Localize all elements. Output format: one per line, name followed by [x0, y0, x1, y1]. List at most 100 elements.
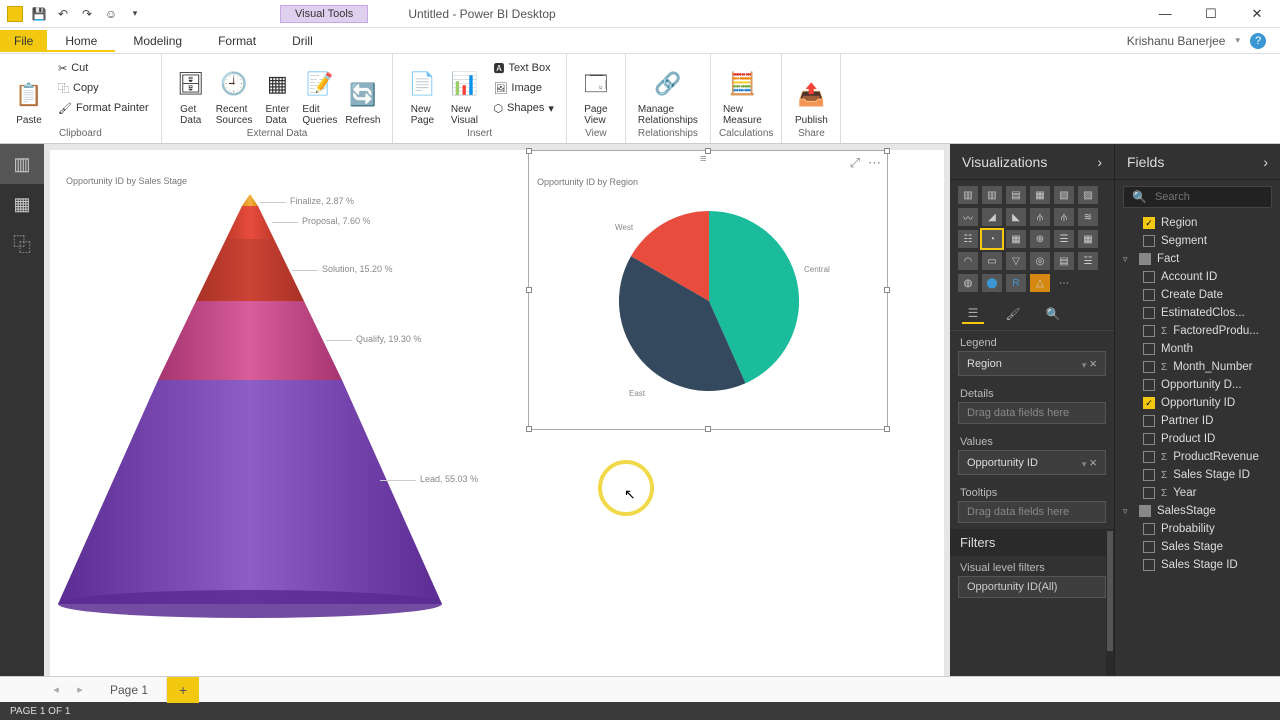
more-options-icon[interactable]: ⋯	[868, 155, 881, 171]
viz-card-icon[interactable]: ▭	[982, 252, 1002, 270]
field-table[interactable]: ▿SalesStage	[1115, 502, 1280, 520]
field-checkbox[interactable]	[1143, 235, 1155, 247]
funnel-chart[interactable]	[50, 184, 450, 624]
modeling-tab[interactable]: Modeling	[115, 30, 200, 52]
manage-relationships-button[interactable]: 🔗Manage Relationships	[634, 58, 702, 128]
field-checkbox[interactable]	[1143, 451, 1155, 463]
report-view-icon[interactable]: ▥	[0, 144, 44, 184]
viz-r-icon[interactable]: R	[1006, 274, 1026, 292]
shapes-button[interactable]: ⬡ Shapes ▾	[489, 98, 557, 118]
help-icon[interactable]: ?	[1250, 33, 1266, 49]
field-item[interactable]: ΣYear	[1115, 484, 1280, 502]
viz-waterfall-icon[interactable]: ☷	[958, 230, 978, 248]
field-checkbox[interactable]	[1143, 343, 1155, 355]
viz-map-icon[interactable]: ⊕	[1030, 230, 1050, 248]
drill-tab[interactable]: Drill	[274, 30, 331, 52]
home-tab[interactable]: Home	[47, 30, 115, 52]
field-item[interactable]: Account ID	[1115, 268, 1280, 286]
viz-stacked-column-icon[interactable]: ▥	[982, 186, 1002, 204]
get-data-button[interactable]: 🗄Get Data	[170, 58, 212, 128]
data-view-icon[interactable]: ▦	[0, 184, 44, 224]
remove-legend-icon[interactable]: ×	[1089, 356, 1097, 371]
field-item[interactable]: EstimatedClos...	[1115, 304, 1280, 322]
field-item[interactable]: Partner ID	[1115, 412, 1280, 430]
field-checkbox[interactable]	[1143, 361, 1155, 373]
viz-more-icon[interactable]: ⋯	[1054, 274, 1074, 292]
expand-fields-icon[interactable]: ›	[1263, 154, 1268, 170]
cut-button[interactable]: ✂ Cut	[54, 58, 153, 78]
field-checkbox[interactable]	[1143, 487, 1155, 499]
field-checkbox[interactable]	[1143, 379, 1155, 391]
page-next-icon[interactable]: ▸	[68, 677, 92, 703]
paste-button[interactable]: 📋Paste	[8, 58, 50, 128]
enter-data-button[interactable]: ▦Enter Data	[256, 58, 298, 128]
viz-python-icon[interactable]: ⬤	[982, 274, 1002, 292]
legend-well[interactable]: Region▾ ×	[958, 351, 1106, 376]
analytics-tab-icon[interactable]: 🔍	[1042, 304, 1064, 324]
viz-scrollbar[interactable]	[1106, 531, 1114, 676]
field-checkbox[interactable]	[1143, 307, 1155, 319]
viz-combo1-icon[interactable]: ⫛	[1030, 208, 1050, 226]
page-tab-1[interactable]: Page 1	[92, 679, 167, 701]
field-item[interactable]: Product ID	[1115, 430, 1280, 448]
maximize-button[interactable]: ☐	[1188, 0, 1234, 28]
refresh-button[interactable]: 🔄Refresh	[341, 58, 384, 128]
field-item[interactable]: Sales Stage ID	[1115, 556, 1280, 574]
fields-search-input[interactable]	[1155, 191, 1280, 203]
redo-icon[interactable]: ↷	[78, 5, 96, 23]
viz-slicer-icon[interactable]: ☱	[1078, 252, 1098, 270]
viz-custom-icon[interactable]: △	[1030, 274, 1050, 292]
field-checkbox[interactable]	[1143, 289, 1155, 301]
publish-button[interactable]: 📤Publish	[790, 58, 832, 128]
new-measure-button[interactable]: 🧮New Measure	[719, 58, 766, 128]
recent-sources-button[interactable]: 🕘Recent Sources	[212, 58, 257, 128]
field-checkbox[interactable]	[1143, 523, 1155, 535]
viz-stacked-area-icon[interactable]: ◣	[1006, 208, 1026, 226]
smiley-icon[interactable]: ☺	[102, 5, 120, 23]
field-item[interactable]: Month	[1115, 340, 1280, 358]
add-page-button[interactable]: +	[167, 677, 199, 703]
close-button[interactable]: ✕	[1234, 0, 1280, 28]
text-box-button[interactable]: 🅰 Text Box	[489, 58, 557, 78]
field-checkbox[interactable]	[1143, 325, 1155, 337]
field-item[interactable]: ΣFactoredProdu...	[1115, 322, 1280, 340]
field-table[interactable]: ▿Fact	[1115, 250, 1280, 268]
tooltips-well[interactable]: Drag data fields here	[958, 501, 1106, 523]
qat-dropdown-icon[interactable]: ▾	[126, 5, 144, 23]
field-item[interactable]: Create Date	[1115, 286, 1280, 304]
fields-search[interactable]: 🔍	[1123, 186, 1272, 208]
field-item[interactable]: ✓Region	[1115, 214, 1280, 232]
field-item[interactable]: ΣProductRevenue	[1115, 448, 1280, 466]
viz-100-column-icon[interactable]: ▨	[1078, 186, 1098, 204]
model-view-icon[interactable]: ⿻	[0, 224, 44, 264]
format-painter-button[interactable]: 🖌 Format Painter	[54, 98, 153, 118]
viz-table-icon[interactable]: ☰	[1054, 230, 1074, 248]
format-tab-icon[interactable]: 🖌	[1002, 304, 1024, 324]
field-checkbox[interactable]	[1143, 271, 1155, 283]
edit-queries-button[interactable]: 📝Edit Queries	[298, 58, 341, 128]
details-well[interactable]: Drag data fields here	[958, 402, 1106, 424]
expand-icon[interactable]: ›	[1097, 154, 1102, 170]
viz-arcgis-icon[interactable]: ◍	[958, 274, 978, 292]
user-dropdown-icon[interactable]: ▾	[1235, 35, 1240, 46]
viz-donut-icon[interactable]: ◎	[1030, 252, 1050, 270]
visualizations-header[interactable]: Visualizations›	[950, 144, 1114, 180]
field-item[interactable]: Segment	[1115, 232, 1280, 250]
field-checkbox[interactable]: ✓	[1143, 397, 1155, 409]
page-prev-icon[interactable]: ◂	[44, 677, 68, 703]
viz-gauge-icon[interactable]: ◠	[958, 252, 978, 270]
viz-pie-icon[interactable]: ◔	[982, 230, 1002, 248]
new-page-button[interactable]: 📄New Page	[401, 58, 443, 128]
report-canvas[interactable]: Opportunity ID by Sales Stage Finalize, …	[44, 144, 950, 676]
viz-clustered-column-icon[interactable]: ▦	[1030, 186, 1050, 204]
fields-header[interactable]: Fields›	[1115, 144, 1280, 180]
field-checkbox[interactable]	[1143, 415, 1155, 427]
fields-tab-icon[interactable]: ☰	[962, 304, 984, 324]
image-button[interactable]: 🖼 Image	[489, 78, 557, 98]
field-checkbox[interactable]	[1143, 469, 1155, 481]
viz-100-bar-icon[interactable]: ▧	[1054, 186, 1074, 204]
filter-item[interactable]: Opportunity ID(All)	[958, 576, 1106, 598]
new-visual-button[interactable]: 📊New Visual	[443, 58, 485, 128]
pie-visual-selection[interactable]: ≡ ⤢ ⋯ Opportunity ID by Region West Cent…	[528, 150, 888, 430]
copy-button[interactable]: ⿻ Copy	[54, 78, 153, 98]
